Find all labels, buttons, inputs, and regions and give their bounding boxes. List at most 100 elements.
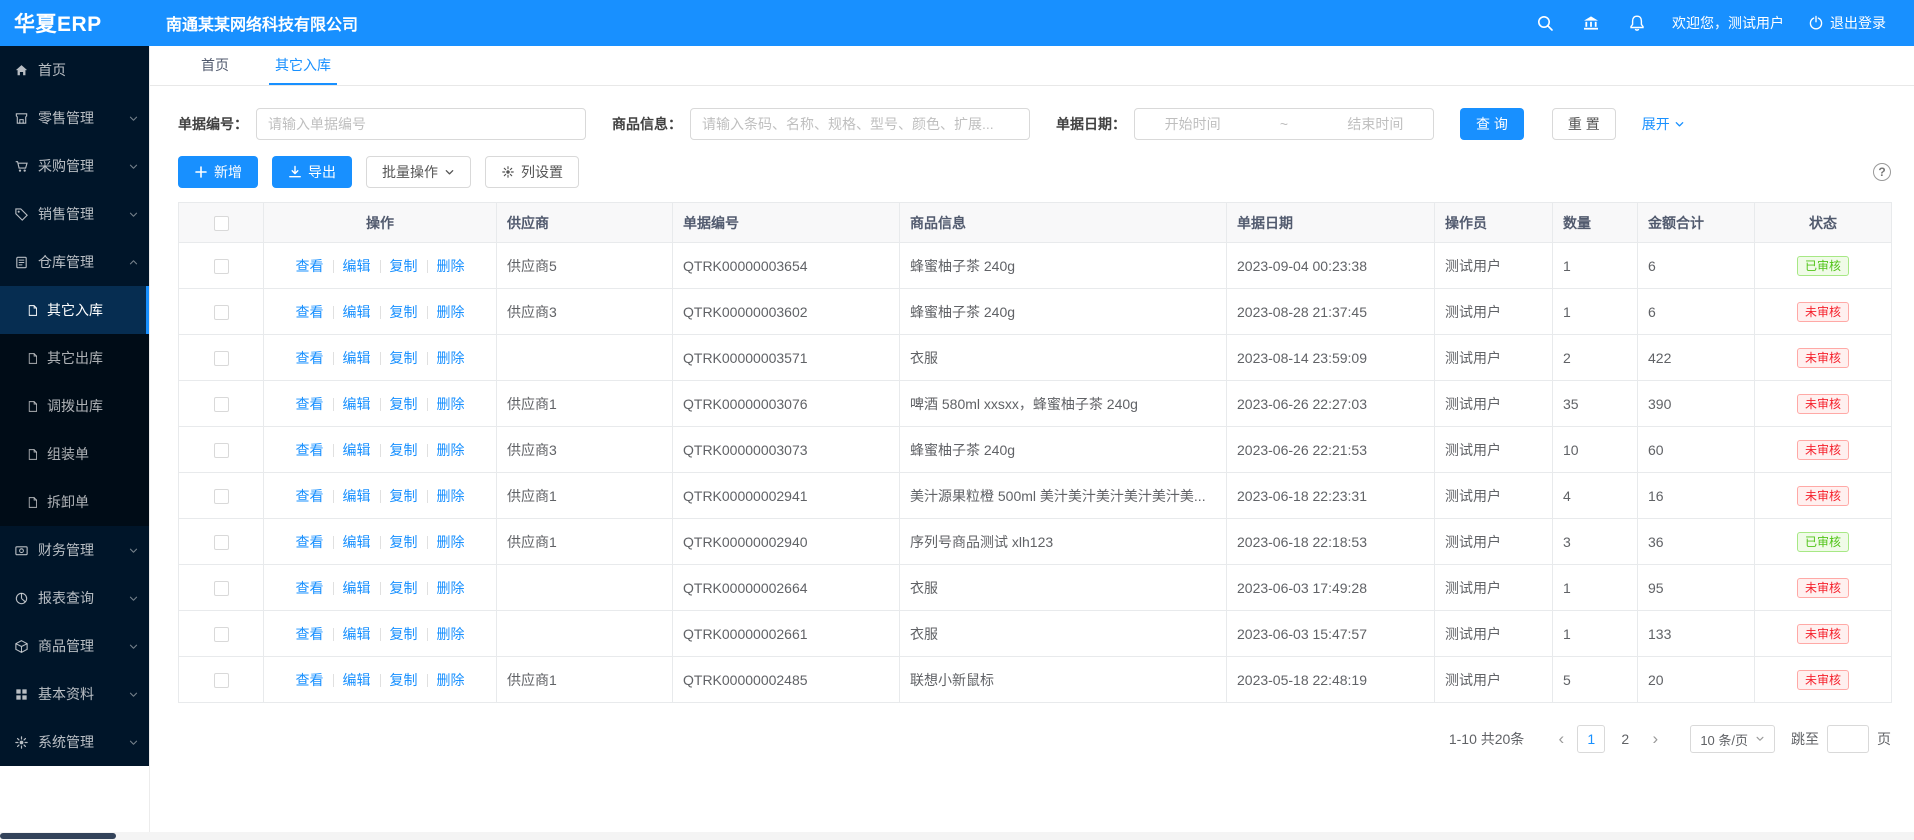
action-delete-link[interactable]: 删除 xyxy=(437,304,465,320)
action-edit-link[interactable]: 编辑 xyxy=(343,488,371,504)
action-edit-link[interactable]: 编辑 xyxy=(343,626,371,642)
action-copy-link[interactable]: 复制 xyxy=(390,488,418,504)
action-edit-link[interactable]: 编辑 xyxy=(343,258,371,274)
jump-page-input[interactable] xyxy=(1827,725,1869,753)
action-edit-link[interactable]: 编辑 xyxy=(343,442,371,458)
action-delete-link[interactable]: 删除 xyxy=(437,396,465,412)
bill-no-label: 单据编号： xyxy=(178,114,248,134)
sidebar-subitem-assembly[interactable]: 组装单 xyxy=(0,430,149,478)
batch-actions-button[interactable]: 批量操作 xyxy=(366,156,471,188)
action-edit-link[interactable]: 编辑 xyxy=(343,304,371,320)
row-checkbox[interactable] xyxy=(214,627,229,642)
action-copy-link[interactable]: 复制 xyxy=(390,580,418,596)
action-copy-link[interactable]: 复制 xyxy=(390,258,418,274)
horizontal-scrollbar[interactable] xyxy=(0,832,1914,840)
page-size-select[interactable]: 10 条/页 xyxy=(1690,725,1775,753)
action-view-link[interactable]: 查看 xyxy=(296,626,324,642)
action-edit-link[interactable]: 编辑 xyxy=(343,396,371,412)
reset-button[interactable]: 重 置 xyxy=(1552,108,1616,140)
action-delete-link[interactable]: 删除 xyxy=(437,672,465,688)
sidebar-item-system[interactable]: 系统管理 xyxy=(0,718,149,766)
action-edit-link[interactable]: 编辑 xyxy=(343,534,371,550)
action-delete-link[interactable]: 删除 xyxy=(437,580,465,596)
action-delete-link[interactable]: 删除 xyxy=(437,488,465,504)
supplier-cell: 供应商5 xyxy=(497,243,673,289)
prev-page-button[interactable]: ‹ xyxy=(1548,725,1574,753)
search-button[interactable]: 查 询 xyxy=(1460,108,1524,140)
action-view-link[interactable]: 查看 xyxy=(296,534,324,550)
action-divider xyxy=(380,536,381,549)
bill-no-cell: QTRK00000003654 xyxy=(673,243,900,289)
action-view-link[interactable]: 查看 xyxy=(296,580,324,596)
action-copy-link[interactable]: 复制 xyxy=(390,626,418,642)
action-copy-link[interactable]: 复制 xyxy=(390,534,418,550)
sidebar-item-home[interactable]: 首页 xyxy=(0,46,149,94)
date-range-input[interactable]: 开始时间 ~ 结束时间 xyxy=(1134,108,1434,140)
sidebar-item-basic[interactable]: 基本资料 xyxy=(0,670,149,718)
action-delete-link[interactable]: 删除 xyxy=(437,350,465,366)
row-checkbox[interactable] xyxy=(214,535,229,550)
bank-icon[interactable] xyxy=(1582,14,1600,32)
checkbox-cell xyxy=(179,519,264,565)
page-2-button[interactable]: 2 xyxy=(1611,725,1639,753)
row-checkbox[interactable] xyxy=(214,397,229,412)
action-delete-link[interactable]: 删除 xyxy=(437,534,465,550)
date-cell: 2023-06-18 22:18:53 xyxy=(1227,519,1435,565)
sidebar-item-sales[interactable]: 销售管理 xyxy=(0,190,149,238)
action-view-link[interactable]: 查看 xyxy=(296,304,324,320)
action-delete-link[interactable]: 删除 xyxy=(437,258,465,274)
column-settings-button[interactable]: 列设置 xyxy=(485,156,579,188)
help-icon[interactable]: ? xyxy=(1873,163,1891,181)
row-checkbox[interactable] xyxy=(214,259,229,274)
sidebar-item-purchase[interactable]: 采购管理 xyxy=(0,142,149,190)
bill-no-input[interactable] xyxy=(256,108,586,140)
action-copy-link[interactable]: 复制 xyxy=(390,442,418,458)
sidebar-item-goods[interactable]: 商品管理 xyxy=(0,622,149,670)
action-view-link[interactable]: 查看 xyxy=(296,258,324,274)
expand-toggle[interactable]: 展开 xyxy=(1642,114,1685,134)
sidebar-subitem-other-out[interactable]: 其它出库 xyxy=(0,334,149,382)
tab-other-inbound[interactable]: 其它入库 xyxy=(269,46,337,85)
scrollbar-thumb[interactable] xyxy=(0,833,116,839)
row-checkbox[interactable] xyxy=(214,581,229,596)
export-button[interactable]: 导出 xyxy=(272,156,352,188)
search-icon[interactable] xyxy=(1536,14,1554,32)
date-label: 单据日期： xyxy=(1056,114,1126,134)
action-copy-link[interactable]: 复制 xyxy=(390,350,418,366)
row-checkbox[interactable] xyxy=(214,489,229,504)
sidebar-item-retail[interactable]: 零售管理 xyxy=(0,94,149,142)
supplier-cell xyxy=(497,611,673,657)
row-checkbox[interactable] xyxy=(214,305,229,320)
sidebar-item-finance[interactable]: 财务管理 xyxy=(0,526,149,574)
bell-icon[interactable] xyxy=(1628,14,1646,32)
action-edit-link[interactable]: 编辑 xyxy=(343,580,371,596)
action-edit-link[interactable]: 编辑 xyxy=(343,672,371,688)
action-copy-link[interactable]: 复制 xyxy=(390,396,418,412)
sidebar-item-warehouse[interactable]: 仓库管理 xyxy=(0,238,149,286)
page-1-button[interactable]: 1 xyxy=(1577,725,1605,753)
action-view-link[interactable]: 查看 xyxy=(296,672,324,688)
next-page-button[interactable]: › xyxy=(1642,725,1668,753)
sidebar-subitem-disassembly[interactable]: 拆卸单 xyxy=(0,478,149,526)
product-input[interactable] xyxy=(690,108,1030,140)
add-button[interactable]: 新增 xyxy=(178,156,258,188)
logout-button[interactable]: 退出登录 xyxy=(1808,13,1886,33)
select-all-checkbox[interactable] xyxy=(214,216,229,231)
action-view-link[interactable]: 查看 xyxy=(296,488,324,504)
action-copy-link[interactable]: 复制 xyxy=(390,304,418,320)
action-view-link[interactable]: 查看 xyxy=(296,396,324,412)
row-checkbox[interactable] xyxy=(214,673,229,688)
action-delete-link[interactable]: 删除 xyxy=(437,626,465,642)
row-checkbox[interactable] xyxy=(214,443,229,458)
action-delete-link[interactable]: 删除 xyxy=(437,442,465,458)
action-view-link[interactable]: 查看 xyxy=(296,350,324,366)
sidebar-subitem-transfer-out[interactable]: 调拨出库 xyxy=(0,382,149,430)
action-edit-link[interactable]: 编辑 xyxy=(343,350,371,366)
action-copy-link[interactable]: 复制 xyxy=(390,672,418,688)
tab-home[interactable]: 首页 xyxy=(195,46,235,85)
sidebar-item-report[interactable]: 报表查询 xyxy=(0,574,149,622)
row-checkbox[interactable] xyxy=(214,351,229,366)
app-window: 华夏ERP 南通某某网络科技有限公司 欢迎您，测试用户 退出登录 首页零售管理采… xyxy=(0,0,1914,840)
action-view-link[interactable]: 查看 xyxy=(296,442,324,458)
sidebar-subitem-other-in[interactable]: 其它入库 xyxy=(0,286,149,334)
